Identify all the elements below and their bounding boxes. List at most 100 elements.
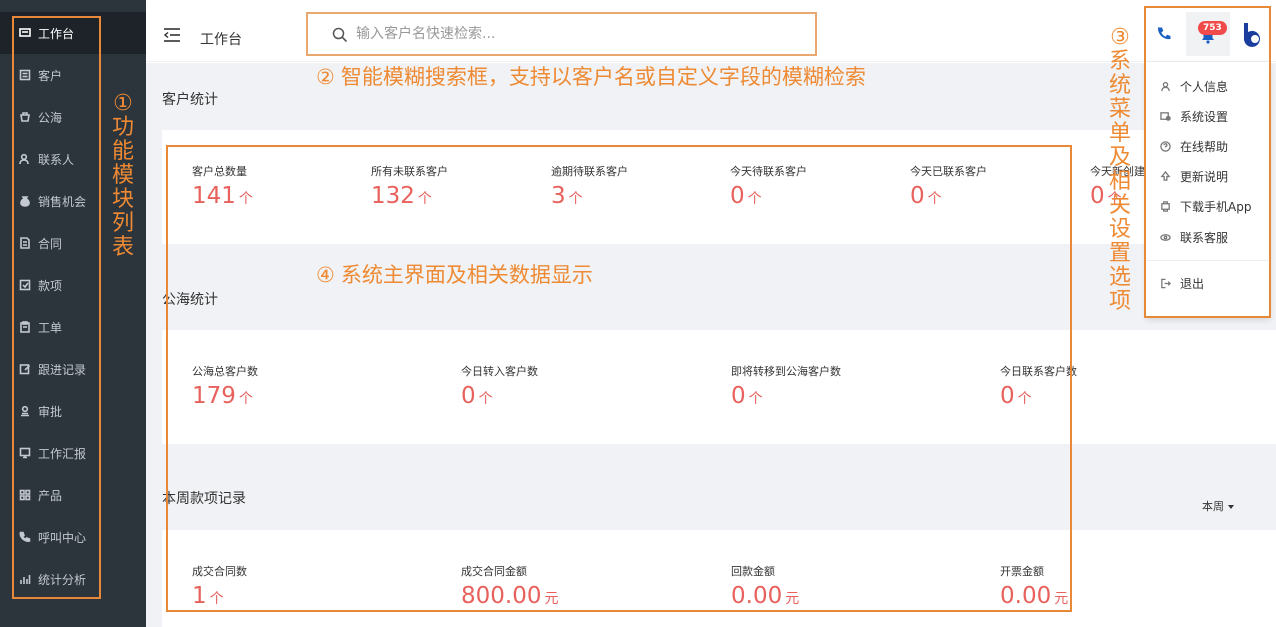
search-icon [332,27,348,43]
stat-value: 132 个 [371,183,432,209]
page-title: 工作台 [200,32,242,48]
annotation-label-3: ③ 系统菜单及相关设置选项 [1107,26,1133,314]
sidebar-item-statistics[interactable]: 统计分析 [0,558,146,600]
menu-item-update-notes[interactable]: 更新说明 [1146,165,1270,187]
sidebar-item-label: 产品 [38,488,63,503]
annotation-number: ① [113,91,133,116]
stat-value: 141 个 [192,183,253,209]
annotation-label-1: ① 功能模块列表 [110,92,136,260]
stat-value: 0个 [730,183,762,209]
customer-icon [18,68,32,82]
sidebar-item-approval[interactable]: 审批 [0,390,146,432]
stat-label: 所有未联系客户 [371,165,448,178]
brand-logo-icon[interactable] [1241,22,1267,50]
menu-item-label: 退出 [1180,276,1205,291]
notification-button[interactable]: 753 [1186,12,1230,56]
menu-item-download-app[interactable]: 下载手机App [1146,195,1270,217]
sidebar-item-label: 工单 [38,320,63,335]
service-icon [1159,231,1171,243]
stat-label: 客户总数量 [192,165,247,178]
sidebar-item-work-report[interactable]: 工作汇报 [0,432,146,474]
sidebar-item-label: 客户 [38,68,63,83]
sidebar-item-label: 款项 [38,278,63,293]
stat-label: 逾期待联系客户 [551,165,628,178]
sidebar-item-followup[interactable]: 跟进记录 [0,348,146,390]
menu-divider [1146,260,1270,261]
stat-value: 0个 [731,383,763,409]
menu-item-label: 联系客服 [1180,230,1229,245]
menu-item-label: 个人信息 [1180,79,1229,94]
period-select[interactable]: 本周 [1202,498,1234,514]
sidebar-item-dashboard[interactable]: 工作台 [0,12,146,54]
sidebar-item-label: 销售机会 [38,194,87,209]
sidebar-item-label: 统计分析 [38,572,87,587]
sidebar-item-label: 联系人 [38,152,75,167]
help-icon [1159,140,1171,152]
payment-stats-card [162,530,1276,627]
menu-item-settings[interactable]: 系统设置 [1146,105,1270,127]
stat-label: 今天已联系客户 [910,165,987,178]
pool-stats-card [162,330,1276,444]
annotation-number: ② [316,65,335,89]
stat-label: 回款金额 [731,565,775,578]
stat-label: 今天待联系客户 [730,165,807,178]
chevron-down-icon [1228,505,1234,509]
menu-item-label: 下载手机App [1180,199,1252,214]
search-box[interactable] [306,12,817,56]
menu-item-customer-service[interactable]: 联系客服 [1146,226,1270,248]
stat-value: 0.00 元 [731,583,800,609]
sidebar-item-call-center[interactable]: 呼叫中心 [0,516,146,558]
user-icon [1159,80,1171,92]
stat-value: 800.00 元 [461,583,559,609]
sidebar-item-customer[interactable]: 客户 [0,54,146,96]
stat-value: 0个 [1000,383,1032,409]
report-icon [18,446,32,460]
grid-icon [18,488,32,502]
sidebar-item-ticket[interactable]: 工单 [0,306,146,348]
phone-icon [18,530,32,544]
menu-item-label: 更新说明 [1180,169,1229,184]
menu-item-label: 系统设置 [1180,109,1229,124]
menu-collapse-icon[interactable] [164,28,180,42]
section-title-pool-stats: 公海统计 [162,292,218,308]
annotation-label-4: ④ 系统主界面及相关数据显示 [316,259,593,289]
menu-item-label: 在线帮助 [1180,139,1229,154]
sidebar-item-label: 公海 [38,110,63,125]
sidebar-item-label: 工作台 [38,26,75,41]
stat-value: 0个 [910,183,942,209]
contact-icon [18,152,32,166]
customer-stats-card [162,130,1146,244]
sidebar-item-payment[interactable]: 款项 [0,264,146,306]
sidebar-item-label: 呼叫中心 [38,530,87,545]
annotation-number: ③ [1110,25,1130,50]
annotation-number: ④ [316,263,335,287]
menu-item-help[interactable]: 在线帮助 [1146,135,1270,157]
menu-item-profile[interactable]: 个人信息 [1146,75,1270,97]
annotation-text: 功能模块列表 [111,115,134,260]
stat-value: 179 个 [192,383,253,409]
approval-icon [18,404,32,418]
notification-badge: 753 [1198,21,1227,35]
stat-label: 今日转入客户数 [461,365,538,378]
phone-icon[interactable] [1156,26,1172,42]
menu-item-logout[interactable]: 退出 [1146,272,1270,294]
stat-label: 开票金额 [1000,565,1044,578]
sidebar-item-label: 工作汇报 [38,446,87,461]
stat-value: 1个 [192,583,224,609]
section-title-payment-stats: 本周款项记录 [162,491,246,507]
stat-label: 成交合同金额 [461,565,527,578]
edit-icon [18,362,32,376]
user-menu: 个人信息 系统设置 在线帮助 更新说明 下载手机App 联系客服 退出 [1146,62,1270,318]
annotation-text: 系统主界面及相关数据显示 [340,263,593,287]
sidebar-item-label: 审批 [38,404,63,419]
stat-value: 0.00 元 [1000,583,1069,609]
logout-icon [1159,277,1171,289]
search-input[interactable] [356,23,776,45]
stat-label: 公海总客户数 [192,365,258,378]
money-bag-icon [18,194,32,208]
app-icon [1159,200,1171,212]
contract-icon [18,236,32,250]
sidebar-item-product[interactable]: 产品 [0,474,146,516]
bar-chart-icon [18,572,32,586]
sidebar-item-label: 跟进记录 [38,362,87,377]
